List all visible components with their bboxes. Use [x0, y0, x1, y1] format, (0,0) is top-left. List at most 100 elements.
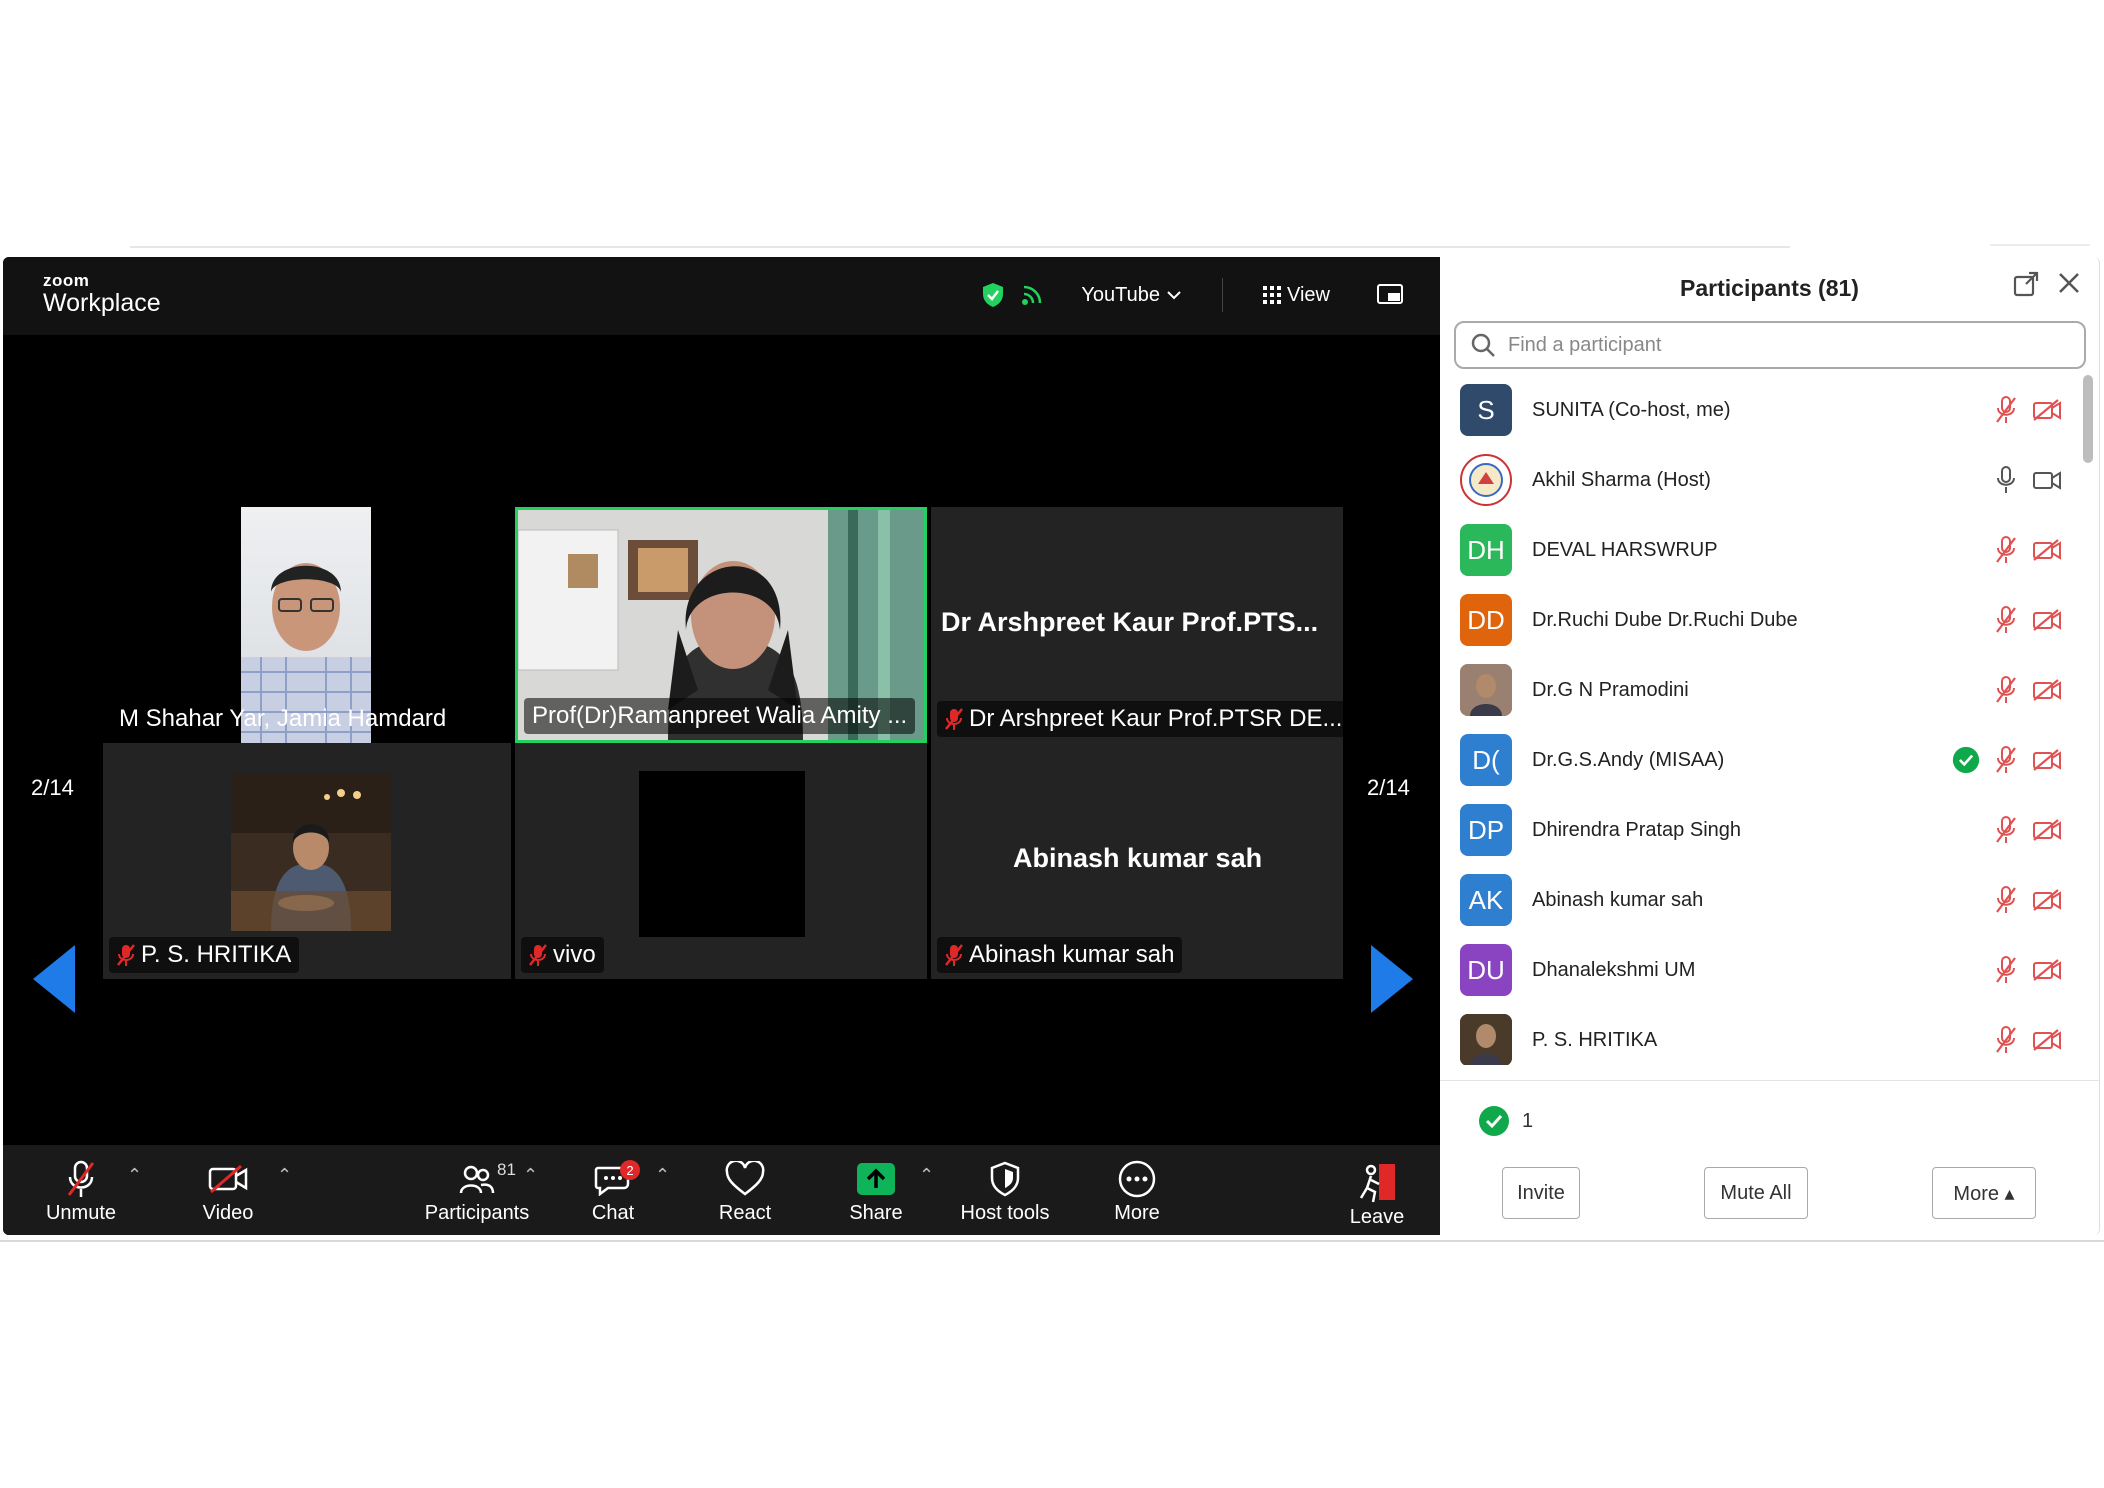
pop-out-icon[interactable]	[2013, 271, 2039, 297]
live-stream-icon[interactable]	[1021, 284, 1045, 306]
search-input[interactable]	[1508, 333, 2068, 357]
react-button[interactable]: React	[703, 1145, 787, 1235]
muted-mic-icon[interactable]	[1994, 955, 2018, 985]
video-off-icon[interactable]	[2032, 398, 2062, 422]
host-shield-icon	[990, 1161, 1020, 1197]
video-off-icon[interactable]	[2032, 538, 2062, 562]
video-tile[interactable]: P. S. HRITIKA	[103, 743, 511, 979]
avatar: AK	[1460, 874, 1512, 926]
share-options-caret-icon[interactable]: ⌃	[919, 1165, 934, 1186]
checked-count: 1	[1522, 1109, 1534, 1132]
avatar: DD	[1460, 594, 1512, 646]
participant-row[interactable]: DU Dhanalekshmi UM	[1440, 935, 2080, 1005]
muted-mic-icon[interactable]	[1994, 745, 2018, 775]
share-button[interactable]: Share	[833, 1145, 919, 1235]
participant-name: P. S. HRITIKA	[1532, 1028, 1658, 1051]
muted-mic-icon	[67, 1160, 95, 1197]
participants-button[interactable]: 81 Participants	[417, 1145, 537, 1235]
avatar: DU	[1460, 944, 1512, 996]
video-off-icon[interactable]	[2032, 888, 2062, 912]
participant-name: Dr.G N Pramodini	[1532, 678, 1689, 701]
participant-status-icons	[1994, 935, 2062, 1005]
avatar	[1460, 1014, 1512, 1065]
brand-small: zoom	[43, 271, 90, 290]
muted-mic-icon[interactable]	[1994, 395, 2018, 425]
more-button[interactable]: More	[1097, 1145, 1177, 1235]
participant-big-name: Abinash kumar sah	[1013, 843, 1263, 873]
participant-row[interactable]: DP Dhirendra Pratap Singh	[1440, 795, 2080, 865]
video-tile[interactable]: Abinash kumar sah Abinash kumar sah	[931, 743, 1343, 979]
participants-icon	[459, 1165, 495, 1194]
participant-row[interactable]: P. S. HRITIKA	[1440, 1005, 2080, 1065]
video-tile[interactable]: M Shahar Yar, Jamia Hamdard	[103, 507, 511, 743]
chat-options-caret-icon[interactable]: ⌃	[655, 1165, 670, 1186]
video-off-icon[interactable]	[2032, 1028, 2062, 1052]
participant-row[interactable]: D(Dr.G.S.Andy (MISAA)	[1440, 725, 2080, 795]
video-options-caret-icon[interactable]: ⌃	[277, 1165, 292, 1186]
active-speaker-tile[interactable]: Prof(Dr)Ramanpreet Walia Amity ...	[515, 507, 927, 743]
video-button[interactable]: Video	[183, 1145, 273, 1235]
participant-status-icons	[1994, 865, 2062, 935]
participant-name: DEVAL HARSWRUP	[1532, 538, 1718, 561]
participant-row[interactable]: DD Dr.Ruchi Dube Dr.Ruchi Dube	[1440, 585, 2080, 655]
muted-mic-icon[interactable]	[1994, 1025, 2018, 1055]
participant-search[interactable]	[1454, 321, 2086, 369]
participant-name: Dhanalekshmi UM	[1532, 958, 1696, 981]
chat-button[interactable]: 2 Chat	[573, 1145, 653, 1235]
participant-status-icons	[1994, 515, 2062, 585]
participants-options-caret-icon[interactable]: ⌃	[523, 1165, 538, 1186]
video-off-icon[interactable]	[2032, 748, 2062, 772]
invite-button[interactable]: Invite	[1502, 1167, 1580, 1219]
check-circle-icon	[1479, 1106, 1509, 1136]
muted-mic-icon[interactable]	[1994, 535, 2018, 565]
mic-icon[interactable]	[1994, 465, 2018, 495]
participant-row[interactable]: AK Abinash kumar sah	[1440, 865, 2080, 935]
video-off-icon[interactable]	[2032, 678, 2062, 702]
video-tile[interactable]: vivo	[515, 743, 927, 979]
unmute-button[interactable]: Unmute	[33, 1145, 129, 1235]
check-circle-icon	[1952, 746, 1980, 774]
participant-row[interactable]: Akhil Sharma (Host)	[1440, 445, 2080, 515]
react-label: React	[718, 1202, 772, 1224]
encryption-shield-icon[interactable]	[981, 282, 1005, 308]
panel-more-button[interactable]: More ▴	[1932, 1167, 2036, 1219]
avatar: DH	[1460, 524, 1512, 576]
participant-name: Abinash kumar sah	[969, 941, 1175, 968]
list-scrollbar[interactable]	[2083, 375, 2093, 463]
video-off-icon[interactable]	[2032, 958, 2062, 982]
audio-options-caret-icon[interactable]: ⌃	[127, 1165, 142, 1186]
participant-status-icons	[1994, 445, 2062, 515]
view-button[interactable]: View	[1263, 284, 1330, 307]
muted-mic-icon[interactable]	[1994, 675, 2018, 705]
video-camera-icon[interactable]	[2032, 468, 2062, 492]
close-icon[interactable]	[2057, 271, 2081, 295]
video-tile[interactable]: Dr Arshpreet Kaur Prof.PTS... Dr Arshpre…	[931, 507, 1343, 743]
participant-name-tag: P. S. HRITIKA	[109, 937, 300, 973]
participant-name: Dr Arshpreet Kaur Prof.PTSR DE...	[969, 705, 1343, 732]
previous-page-arrow-icon[interactable]	[33, 945, 75, 1013]
muted-mic-icon[interactable]	[1994, 605, 2018, 635]
leave-door-icon	[1359, 1164, 1395, 1203]
next-page-arrow-icon[interactable]	[1371, 945, 1413, 1013]
participant-status-icons	[1994, 1005, 2062, 1065]
leave-button[interactable]: Leave	[1337, 1145, 1417, 1235]
participant-name-tag: Abinash kumar sah	[937, 937, 1183, 973]
mute-all-button[interactable]: Mute All	[1704, 1167, 1808, 1219]
video-off-icon[interactable]	[2032, 608, 2062, 632]
host-tools-button[interactable]: Host tools	[955, 1145, 1055, 1235]
participant-name: Dhirendra Pratap Singh	[1532, 818, 1742, 841]
muted-mic-icon	[529, 944, 547, 966]
leave-label: Leave	[1349, 1206, 1405, 1228]
participant-video	[231, 773, 391, 931]
participant-row[interactable]: DH DEVAL HARSWRUP	[1440, 515, 2080, 585]
participant-name: vivo	[553, 941, 596, 968]
muted-mic-icon[interactable]	[1994, 885, 2018, 915]
fullscreen-icon[interactable]	[1376, 283, 1404, 307]
participant-row[interactable]: S SUNITA (Co-host, me)	[1440, 375, 2080, 445]
youtube-live-dropdown[interactable]: YouTube	[1081, 284, 1182, 307]
panel-title: Participants (81)	[1680, 275, 1859, 301]
participant-row[interactable]: Dr.G N Pramodini	[1440, 655, 2080, 725]
video-off-icon[interactable]	[2032, 818, 2062, 842]
participant-status-icons	[1952, 725, 2062, 795]
muted-mic-icon[interactable]	[1994, 815, 2018, 845]
